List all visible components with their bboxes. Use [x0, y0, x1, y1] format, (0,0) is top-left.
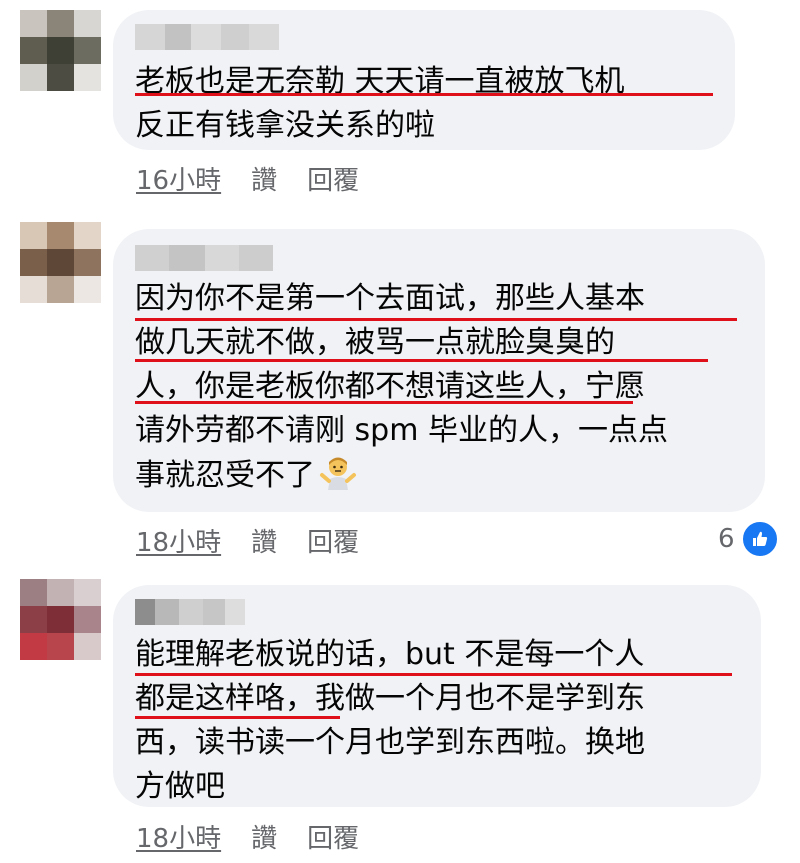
reply-button[interactable]: 回覆	[307, 818, 359, 855]
timestamp-link[interactable]: 18小時	[136, 522, 221, 559]
comment-bubble: 能理解老板说的话，but 不是每一个人 都是这样咯，我做一个月也不是学到东 西，…	[113, 585, 761, 807]
comment-line: 反正有钱拿没关系的啦	[135, 108, 435, 143]
timestamp-link[interactable]: 16小時	[136, 160, 221, 197]
highlight-underline	[135, 673, 732, 676]
comment-text: 老板也是无奈勒 天天请一直被放飞机 反正有钱拿没关系的啦	[135, 60, 625, 148]
timestamp-link[interactable]: 18小時	[136, 818, 221, 855]
highlight-underline	[135, 401, 633, 404]
like-button[interactable]: 讚	[251, 818, 277, 855]
person-shrugging-icon	[319, 453, 357, 491]
commenter-name[interactable]	[135, 245, 273, 271]
comment-bubble: 老板也是无奈勒 天天请一直被放飞机 反正有钱拿没关系的啦	[113, 10, 735, 150]
highlight-underline	[135, 318, 737, 321]
highlight-underline	[135, 359, 708, 362]
comment-line-text: 事就忍受不了	[135, 458, 315, 493]
comment-line: 能理解老板说的话，but 不是每一个人	[135, 637, 645, 672]
comment-line: 方做吧	[135, 769, 225, 804]
highlight-underline	[135, 93, 713, 96]
comment-actions: 18小時 讚 回覆	[136, 818, 359, 855]
reaction-summary[interactable]: 6	[718, 520, 779, 558]
like-thumb-icon	[740, 520, 779, 558]
comment-actions: 16小時 讚 回覆	[136, 160, 359, 197]
reaction-count: 6	[718, 524, 735, 554]
highlight-underline	[135, 716, 340, 719]
like-button[interactable]: 讚	[251, 160, 277, 197]
comment-line: 因为你不是第一个去面试，那些人基本	[135, 281, 645, 316]
commenter-name[interactable]	[135, 24, 279, 50]
avatar[interactable]	[20, 579, 101, 660]
comment-text: 能理解老板说的话，but 不是每一个人 都是这样咯，我做一个月也不是学到东 西，…	[135, 633, 645, 809]
comment-line: 请外劳都不请刚 spm 毕业的人，一点点	[135, 413, 668, 448]
comment-line: 老板也是无奈勒 天天请一直被放飞机	[135, 64, 625, 99]
reply-button[interactable]: 回覆	[307, 522, 359, 559]
comment-actions: 18小時 讚 回覆	[136, 522, 359, 559]
comment-line: 西，读书读一个月也学到东西啦。换地	[135, 725, 645, 760]
avatar[interactable]	[20, 10, 101, 91]
comment-line: 都是这样咯，我做一个月也不是学到东	[135, 681, 645, 716]
like-button[interactable]: 讚	[251, 522, 277, 559]
reply-button[interactable]: 回覆	[307, 160, 359, 197]
comment-bubble: 因为你不是第一个去面试，那些人基本 做几天就不做，被骂一点就脸臭臭的 人，你是老…	[113, 229, 765, 512]
commenter-name[interactable]	[135, 599, 245, 625]
avatar[interactable]	[20, 222, 101, 303]
comment-text: 因为你不是第一个去面试，那些人基本 做几天就不做，被骂一点就脸臭臭的 人，你是老…	[135, 277, 668, 497]
comment-line: 事就忍受不了	[135, 453, 668, 497]
